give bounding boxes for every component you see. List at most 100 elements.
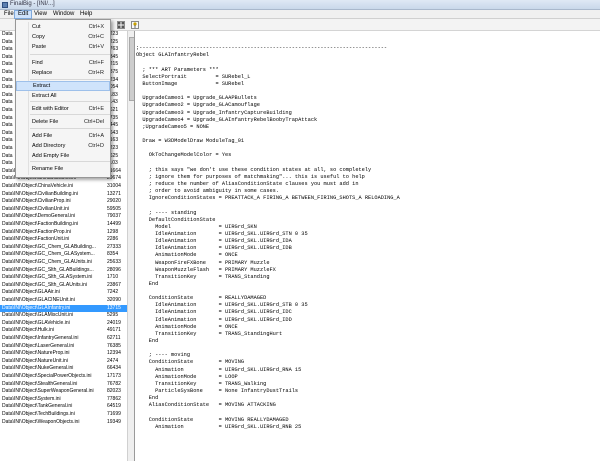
file-row[interactable]: Data\INI\Object\FactionProp.ini 1298 bbox=[0, 228, 134, 236]
editor-line: AnimationMode = ONCE bbox=[136, 323, 238, 330]
menu-item-replace[interactable]: Replace Ctrl+R bbox=[16, 68, 110, 78]
file-row[interactable]: Data\INI\Object\InfantryGeneral.ini 62711 bbox=[0, 335, 134, 342]
file-name: Data\INI\Object\TankGeneral.ini bbox=[2, 403, 73, 410]
file-row[interactable]: Data\INI\Object\StealthGeneral.ini 76782 bbox=[0, 380, 134, 388]
file-list-scrollbar[interactable] bbox=[127, 31, 134, 461]
file-size: 23867 bbox=[107, 281, 121, 288]
menu-bar: File Edit View Window Help bbox=[0, 10, 600, 19]
menu-help[interactable]: Help bbox=[77, 10, 95, 19]
editor-line: ;---------------------------------------… bbox=[136, 45, 388, 52]
file-row[interactable]: Data\INI\Object\CivilianUnit.ini 59505 bbox=[0, 205, 134, 213]
menu-item-shortcut: Ctrl+A bbox=[88, 133, 104, 139]
file-name: Data\INI\Object\GC_Slth_GLABuildings... bbox=[2, 266, 94, 273]
file-name: Data\INI\Object\GC_Chem_GLAUnits.ini bbox=[2, 259, 92, 265]
file-row[interactable]: Data\INI\Object\GC_Slth_GLABuildings... 2… bbox=[0, 266, 134, 274]
menu-view[interactable]: View bbox=[31, 10, 50, 19]
editor-line: IdleAnimation = UIRGrd_SKL.UIRGrd_IDA bbox=[136, 238, 292, 245]
menu-item-copy[interactable]: Copy Ctrl+C bbox=[16, 32, 110, 42]
file-row[interactable]: Data\INI\Object\CivilianProp.ini 29020 bbox=[0, 198, 134, 205]
menu-item-extract-all[interactable]: Extract All bbox=[16, 91, 110, 101]
menu-item-paste[interactable]: Paste Ctrl+V bbox=[16, 42, 110, 52]
file-row[interactable]: Data\INI\Object\TankGeneral.ini 64519 bbox=[0, 403, 134, 410]
menu-item-add-empty-file[interactable]: Add Empty File bbox=[16, 151, 110, 161]
menu-item-add-directory[interactable]: Add Directory Ctrl+D bbox=[16, 141, 110, 151]
file-size: 8354 bbox=[107, 251, 119, 258]
editor-line: UpgradeCameo1 = Upgrade_GLAAPBullets bbox=[136, 95, 257, 102]
file-size: 7242 bbox=[107, 289, 119, 296]
file-row[interactable]: Data\INI\Object\GLAInfantry.ini 13715 bbox=[0, 304, 134, 312]
file-row[interactable]: Data\INI\Object\CivilianBuilding.ini 1327… bbox=[0, 191, 134, 198]
menu-separator bbox=[30, 128, 110, 129]
menu-item-shortcut: Ctrl+D bbox=[88, 143, 104, 149]
file-row[interactable]: Data\INI\Object\NatureProp.ini 12394 bbox=[0, 350, 134, 357]
menu-item-rename-file[interactable]: Rename File bbox=[16, 164, 110, 174]
menu-item-label: Copy bbox=[32, 34, 45, 40]
file-row[interactable]: Data\INI\Object\LaserGeneral.ini 76385 bbox=[0, 343, 134, 350]
file-size: 71699 bbox=[107, 411, 121, 417]
file-row[interactable]: Data\INI\Object\DemoGeneral.ini 79037 bbox=[0, 213, 134, 220]
file-name: Data\INI\Object\GC_Chem_GLABuilding... bbox=[2, 243, 96, 250]
file-row[interactable]: Data\INI\Object\NukeGeneral.ini 66434 bbox=[0, 365, 134, 372]
menu-item-edit-with-editor[interactable]: Edit with Editor Ctrl+E bbox=[16, 104, 110, 114]
file-row[interactable]: Data\INI\Object\GC_Slth_GLASystem.ini 171… bbox=[0, 274, 134, 281]
file-size: 24019 bbox=[107, 319, 121, 326]
file-row[interactable]: Data\INI\Object\WeaponObjects.ini 19349 bbox=[0, 419, 134, 426]
file-size: 27333 bbox=[107, 243, 121, 250]
file-row[interactable]: Data\INI\Object\FactionUnit.ini 2286 bbox=[0, 236, 134, 243]
file-row[interactable]: Data\INI\Object\SpecialPowerObjects.ini 1… bbox=[0, 373, 134, 380]
pin-icon[interactable] bbox=[131, 21, 139, 29]
file-name: Data\INI\Object\GLAAir.ini bbox=[2, 289, 60, 296]
editor-text[interactable]: ;---------------------------------------… bbox=[136, 31, 400, 431]
editor-line: AnimationMode = LOOP bbox=[136, 373, 238, 380]
file-row[interactable]: Data\INI\Object\GC_Slth_GLAUnits.ini 2386… bbox=[0, 281, 134, 289]
edit-menu-dropdown: Cut Ctrl+X Copy Ctrl+C Paste Ctrl+V Find Ctrl+F… bbox=[15, 19, 111, 178]
file-size: 29020 bbox=[107, 198, 121, 205]
menu-window[interactable]: Window bbox=[50, 10, 77, 19]
file-row[interactable]: Data\INI\Object\FactionBuilding.ini 14499 bbox=[0, 221, 134, 228]
ini-editor[interactable]: ;---------------------------------------… bbox=[136, 31, 600, 461]
menu-item-shortcut: Ctrl+E bbox=[88, 106, 104, 112]
file-size: 17173 bbox=[107, 373, 121, 379]
file-row[interactable]: Data\INI\Object\NatureUnit.ini 2474 bbox=[0, 358, 134, 365]
editor-line: ; ignore them for purposes of matchmakin… bbox=[136, 173, 365, 180]
file-row[interactable]: Data\INI\Object\GC_Chem_GLABuilding... 27… bbox=[0, 243, 134, 251]
file-row[interactable]: Data\INI\Object\GC_Chem_GLASystem... 8354 bbox=[0, 251, 134, 258]
file-name: Data\INI\Object\TechBuildings.ini bbox=[2, 411, 75, 417]
menu-item-find[interactable]: Find Ctrl+F bbox=[16, 58, 110, 68]
file-name: Data\INI\Object\CivilianUnit.ini bbox=[2, 205, 69, 212]
file-name: Data\INI\Object\ChinaVehicle.ini bbox=[2, 183, 74, 189]
file-row[interactable]: Data\INI\Object\ChinaVehicle.ini 31004 bbox=[0, 183, 134, 190]
file-name: Data\INI\Object\StealthGeneral.ini bbox=[2, 380, 78, 387]
file-row[interactable]: Data\INI\Object\GLACINEUnit.ini 32090 bbox=[0, 297, 134, 304]
editor-line: IdleAnimation = UIRGrd_SKL.UIRGrd_STB 0 … bbox=[136, 302, 308, 309]
file-row[interactable]: Data\INI\Object\TechBuildings.ini 71699 bbox=[0, 411, 134, 418]
menu-item-add-file[interactable]: Add File Ctrl+A bbox=[16, 131, 110, 141]
file-size: 5295 bbox=[107, 312, 119, 319]
file-row[interactable]: Data\INI\Object\Hulk.ini 49171 bbox=[0, 327, 134, 334]
file-size: 1298 bbox=[107, 228, 119, 235]
editor-line: ; ---- standing bbox=[136, 209, 197, 216]
menu-item-extract[interactable]: Extract bbox=[16, 81, 110, 91]
file-row[interactable]: Data\INI\Object\GLAVehicle.ini 24019 bbox=[0, 319, 134, 327]
file-row[interactable]: Data\INI\Object\SuperWeaponGeneral.ini 82… bbox=[0, 388, 134, 395]
editor-line: IdleAnimation = UIRGrd_SKL.UIRGrd_IDB bbox=[136, 245, 292, 252]
menu-item-delete-file[interactable]: Delete File Ctrl+Del bbox=[16, 117, 110, 127]
grid-icon[interactable] bbox=[117, 21, 125, 29]
file-row[interactable]: Data\INI\Object\GC_Chem_GLAUnits.ini 2563… bbox=[0, 259, 134, 266]
file-name: Data\INI\Object\GLACINEUnit.ini bbox=[2, 297, 75, 303]
menu-item-cut[interactable]: Cut Ctrl+X bbox=[16, 22, 110, 32]
file-size: 77862 bbox=[107, 395, 121, 402]
file-row[interactable]: Data\INI\Object\GLAMiscUnit.ini 5295 bbox=[0, 312, 134, 319]
scrollbar-thumb[interactable] bbox=[129, 37, 134, 101]
file-size: 79037 bbox=[107, 213, 121, 220]
file-row[interactable]: Data\INI\Object\System.ini 77862 bbox=[0, 395, 134, 403]
file-row[interactable]: Data\INI\Object\GLAAir.ini 7242 bbox=[0, 289, 134, 296]
menu-item-shortcut: Ctrl+F bbox=[88, 60, 104, 66]
file-size: 76782 bbox=[107, 380, 121, 387]
editor-line: ; *** ART Parameters *** bbox=[136, 66, 219, 73]
menu-edit[interactable]: Edit bbox=[14, 10, 33, 19]
